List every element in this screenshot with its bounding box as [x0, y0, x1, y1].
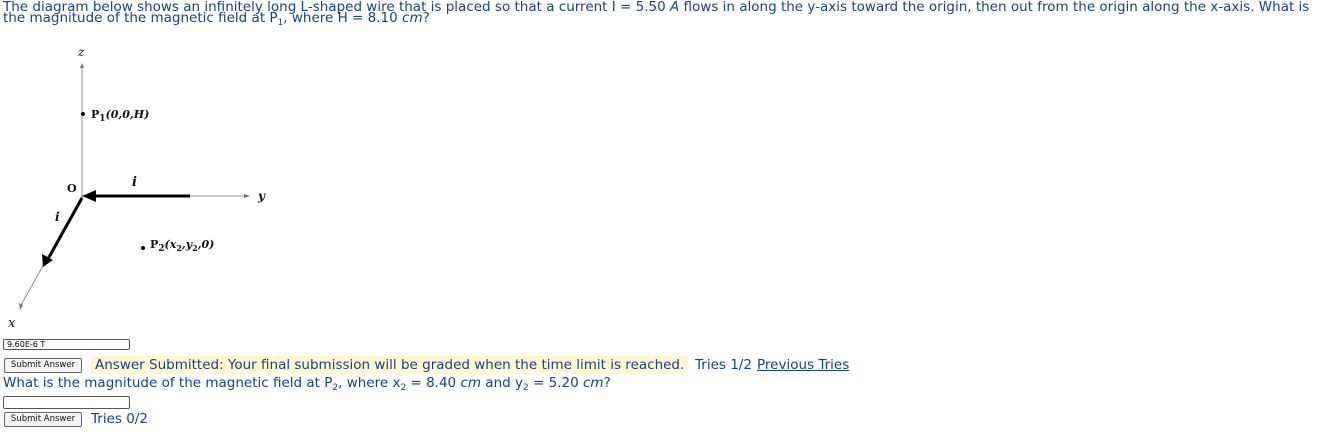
question-2-text: What is the magnitude of the magnetic fi… — [3, 375, 611, 393]
point-p2-label: P2(x2,y2,0) — [150, 238, 214, 254]
point-p2 — [141, 246, 145, 250]
y-axis-arrowhead — [244, 194, 250, 198]
wire-y-arrowhead — [82, 190, 96, 202]
origin-label: O — [67, 182, 77, 195]
current-label-top: i — [132, 175, 137, 190]
question-1-text: The diagram below shows an infinitely lo… — [3, 0, 1310, 28]
current-label-side: i — [55, 210, 60, 224]
wire-x-segment — [46, 197, 84, 260]
x-axis-arrowhead — [19, 303, 23, 310]
x-axis-label: x — [8, 316, 16, 331]
submit-answer-2-button[interactable]: Submit Answer — [4, 412, 82, 427]
y-axis-label: y — [257, 189, 266, 203]
point-p1 — [81, 112, 85, 116]
point-p1-label: P1(0,0,H) — [91, 108, 149, 124]
previous-tries-link[interactable]: Previous Tries — [757, 356, 849, 374]
answer-1-input[interactable] — [3, 339, 130, 350]
tries-counter-1: Tries 1/2 — [695, 357, 752, 373]
wire-diagram: z y x i i O P1(0,0,H) P2(x2,y2,0) — [8, 45, 266, 331]
submission-status-message: Answer Submitted: Your final submission … — [91, 356, 689, 374]
answer-2-input[interactable] — [3, 396, 130, 409]
submit-answer-1-button[interactable]: Submit Answer — [4, 358, 82, 373]
z-axis-arrowhead — [80, 63, 84, 68]
tries-counter-2: Tries 0/2 — [91, 411, 148, 427]
z-axis-label: z — [77, 45, 85, 59]
